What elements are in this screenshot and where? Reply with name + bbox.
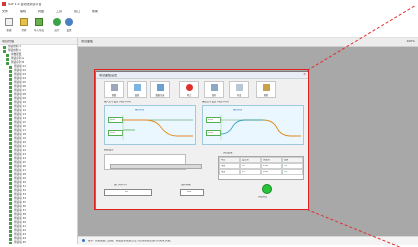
workspace-header: 测试面板 100%: [78, 38, 418, 47]
menu-tools[interactable]: 工具: [56, 10, 62, 13]
zoom-level: 100%: [406, 40, 415, 43]
settings-label: 设置: [66, 29, 72, 32]
toolbar: 新建 打开 导入导出 运行 设置: [0, 15, 418, 38]
menu-file[interactable]: 文件: [2, 10, 8, 13]
app-icon: [2, 2, 6, 6]
project-tree-panel: 项目管理 测试用例 1 测试用例 2 参数配置 测试序列 A 测试序列 B 测试项 01 测…: [0, 38, 78, 244]
menu-edit[interactable]: 编辑: [20, 10, 26, 13]
project-tree-header: 项目管理: [0, 38, 77, 45]
highlight-frame: [94, 69, 309, 210]
title-bar: UAT 1.0 自动化测试平台: [0, 0, 418, 9]
open-label: 打开: [21, 29, 27, 32]
run-icon: [53, 18, 61, 26]
project-tree: 测试用例 1 测试用例 2 参数配置 测试序列 A 测试序列 B 测试项 01 测试项 02…: [0, 45, 77, 244]
new-icon: [5, 18, 13, 26]
project-tree-title: 项目管理: [2, 39, 15, 43]
app-title: UAT 1.0 自动化测试平台: [8, 3, 42, 6]
info-icon: [82, 239, 85, 242]
open-button[interactable]: 打开: [18, 18, 30, 34]
new-label: 新建: [6, 29, 12, 32]
menu-help[interactable]: 帮助: [92, 10, 98, 13]
menu-view[interactable]: 视图: [38, 10, 44, 13]
settings-button[interactable]: 设置: [63, 18, 75, 34]
workspace-title: 测试面板: [81, 40, 94, 43]
status-text: 提示: 测试面板已加载，请设置参数后点击开始测试按钮运行自动化测试。: [88, 239, 173, 242]
folder-icon: [20, 18, 28, 26]
import-export-button[interactable]: 导入导出: [33, 18, 45, 34]
gear-icon: [65, 18, 73, 26]
menu-window[interactable]: 窗口: [74, 10, 80, 13]
import-label: 导入导出: [33, 29, 44, 32]
new-button[interactable]: 新建: [3, 18, 15, 34]
import-icon: [35, 18, 43, 26]
